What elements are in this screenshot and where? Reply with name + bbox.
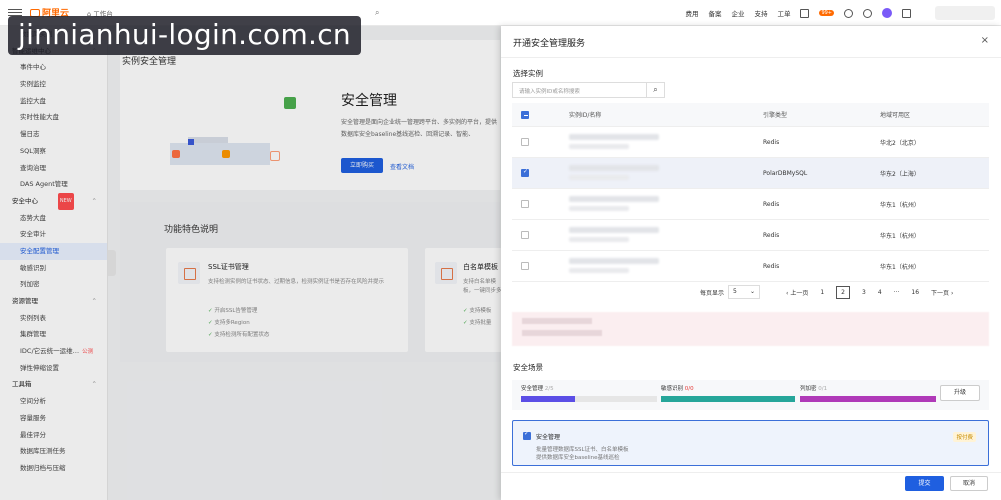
nav-filing[interactable]: 备案 xyxy=(708,8,721,18)
instance-name-redacted xyxy=(569,237,629,242)
scene-count: 0/1 xyxy=(818,386,828,392)
table-row[interactable]: Redis 华东1（杭州） xyxy=(512,189,989,220)
instance-name-redacted xyxy=(569,206,629,211)
instance-id-redacted xyxy=(569,134,659,140)
instance-name-redacted xyxy=(569,268,629,273)
scene-sensitive-label: 敏感识别 0/0 xyxy=(661,384,694,392)
page-16[interactable]: 16 xyxy=(911,289,919,296)
scene-sensitive-bar xyxy=(661,396,795,402)
table-row[interactable]: Redis 华北2（北京） xyxy=(512,127,989,158)
zone-cell: 华北2（北京） xyxy=(880,139,920,147)
scene-count: 0/0 xyxy=(684,386,694,392)
close-icon[interactable]: × xyxy=(981,35,989,46)
page-1[interactable]: 1 xyxy=(820,289,824,296)
image-icon[interactable] xyxy=(800,8,810,18)
zone-cell: 华东1（杭州） xyxy=(880,232,920,240)
service-description: 批量管理数据库SSL证书、白名单模板 提供数据库安全baseline基线巡检 xyxy=(536,447,629,461)
instance-id-redacted xyxy=(569,196,659,202)
zone-cell: 华东1（杭州） xyxy=(880,201,920,209)
zone-cell: 华东2（上海） xyxy=(880,170,920,178)
table-row[interactable]: Redis 华东1（杭州） xyxy=(512,220,989,251)
scene-encrypt-bar xyxy=(800,396,936,402)
instance-name-redacted xyxy=(569,144,629,149)
next-label: 下一页 xyxy=(931,289,950,297)
cart-icon[interactable] xyxy=(844,8,853,18)
scene-security-bar xyxy=(521,396,657,402)
scene-quota-panel: 安全管理 2/5 敏感识别 0/0 列加密 0/1 xyxy=(512,380,989,410)
search-icon[interactable]: ⌕ xyxy=(375,8,379,18)
scene-label: 安全场景 xyxy=(513,363,543,372)
modal-backdrop[interactable] xyxy=(0,26,501,500)
table-header: 实例ID/名称 引擎类型 地域可用区 xyxy=(512,103,989,127)
page-4[interactable]: 4 xyxy=(878,289,882,296)
redacted-summary xyxy=(512,312,989,346)
submit-button[interactable]: 提交 xyxy=(905,476,944,491)
page-2-current[interactable]: 2 xyxy=(836,285,850,299)
instance-search-input[interactable]: 请输入实例ID或名称搜索 xyxy=(512,82,647,98)
drawer-title: 开通安全管理服务 xyxy=(513,39,586,49)
nav-fee[interactable]: 费用 xyxy=(685,8,698,18)
pricing-badge: 按付费 xyxy=(953,432,976,442)
top-nav: 费用 备案 企业 支持 工单 99+ xyxy=(685,0,911,26)
table-row[interactable]: PolarDBMySQL 华东2（上海） xyxy=(512,158,989,189)
page-3[interactable]: 3 xyxy=(862,289,866,296)
row-checkbox[interactable] xyxy=(521,138,529,146)
next-page-button[interactable]: 下一页 › xyxy=(931,288,953,297)
prev-page-button[interactable]: ‹ 上一页 xyxy=(786,288,808,297)
settings-icon[interactable] xyxy=(902,8,911,18)
nav-ticket[interactable]: 工单 xyxy=(777,8,790,18)
row-checkbox[interactable] xyxy=(521,168,529,177)
select-all-checkbox[interactable] xyxy=(521,111,529,119)
per-page-select[interactable]: 5 ⌄ xyxy=(728,285,761,299)
scene-security-label: 安全管理 2/5 xyxy=(521,384,554,392)
column-header-zone: 地域可用区 xyxy=(880,112,911,119)
engine-cell: Redis xyxy=(763,200,780,208)
scene-count: 2/5 xyxy=(544,386,554,392)
service-checkbox[interactable] xyxy=(523,430,531,440)
help-icon[interactable] xyxy=(863,8,872,18)
scene-name: 敏感识别 xyxy=(661,386,684,392)
row-checkbox[interactable] xyxy=(521,262,529,270)
scene-security-fill xyxy=(521,396,576,402)
scene-sensitive-fill xyxy=(661,396,795,402)
security-service-card[interactable]: 安全管理 批量管理数据库SSL证书、白名单模板 提供数据库安全baseline基… xyxy=(512,420,989,466)
row-checkbox[interactable] xyxy=(521,231,529,239)
scene-encrypt-fill xyxy=(800,396,936,402)
chevron-down-icon: ⌄ xyxy=(749,288,756,295)
nav-support[interactable]: 支持 xyxy=(754,8,767,18)
engine-cell: Redis xyxy=(763,231,780,239)
scene-name: 安全管理 xyxy=(521,386,544,392)
select-instance-label: 选择实例 xyxy=(513,69,543,78)
per-page-label: 每页显示 xyxy=(700,289,725,297)
notification-badge[interactable]: 99+ xyxy=(819,10,834,16)
upgrade-button[interactable]: 升级 xyxy=(940,385,980,401)
nav-enterprise[interactable]: 企业 xyxy=(731,8,744,18)
engine-cell: PolarDBMySQL xyxy=(763,169,808,177)
engine-cell: Redis xyxy=(763,262,780,270)
column-header-engine: 引擎类型 xyxy=(763,112,788,119)
menu-icon[interactable] xyxy=(8,9,22,16)
ai-assistant-icon[interactable] xyxy=(882,8,892,18)
prev-label: 上一页 xyxy=(790,289,809,297)
instance-id-redacted xyxy=(569,258,659,264)
table-row[interactable]: Redis 华东1（杭州） xyxy=(512,251,989,282)
zone-cell: 华东1（杭州） xyxy=(880,263,920,271)
row-checkbox[interactable] xyxy=(521,200,529,208)
page-ellipsis[interactable]: ··· xyxy=(894,289,900,296)
account-avatar[interactable] xyxy=(935,6,995,20)
pagination: 每页显示 5 ⌄ ‹ 上一页 1 2 3 4 ··· 16 下一页 › xyxy=(700,284,965,300)
instance-id-redacted xyxy=(569,165,659,171)
column-header-id: 实例ID/名称 xyxy=(569,112,602,119)
scene-encrypt-label: 列加密 0/1 xyxy=(800,384,827,392)
search-icon[interactable]: ⌕ xyxy=(647,82,665,98)
drawer-header: 开通安全管理服务 × xyxy=(501,26,1001,58)
scene-name: 列加密 xyxy=(800,386,817,392)
service-title: 安全管理 xyxy=(536,434,561,441)
engine-cell: Redis xyxy=(763,138,780,146)
cancel-button[interactable]: 取消 xyxy=(950,476,988,491)
instance-id-redacted xyxy=(569,227,659,233)
per-page-value: 5 xyxy=(733,288,737,295)
watermark-overlay: jinnianhui-login.com.cn xyxy=(8,16,361,55)
instance-name-redacted xyxy=(569,175,629,180)
